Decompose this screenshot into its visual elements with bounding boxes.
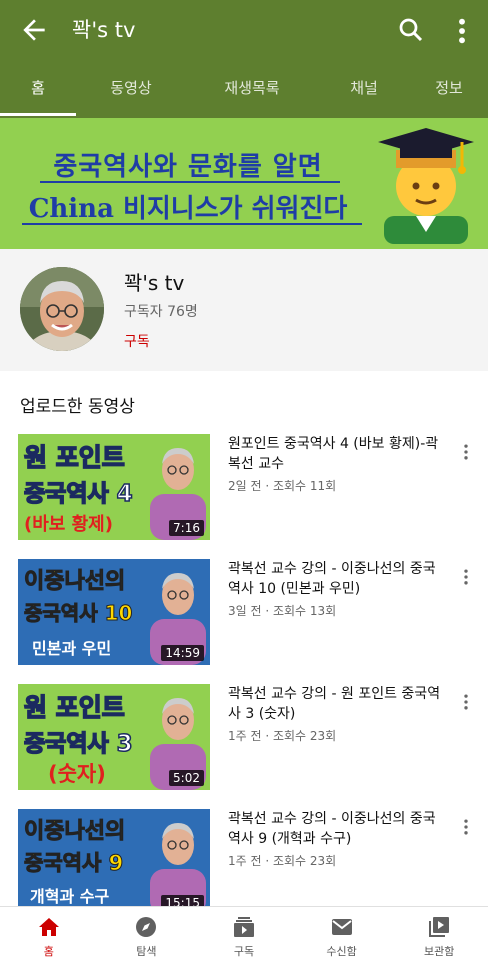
thumbnail-text: (바보 황제) bbox=[24, 514, 113, 535]
channel-name: 꽉's tv bbox=[124, 271, 185, 295]
app-bar: 꽉's tv 홈 동영상 재생목록 채널 정보 bbox=[0, 0, 488, 118]
thumbnail-text: (숫자) bbox=[48, 762, 106, 786]
mail-icon bbox=[331, 919, 352, 935]
video-list-item[interactable]: 원 포인트 중국역사 4 (바보 황제) 7:16 원포인트 중국역사 4 (바… bbox=[0, 434, 488, 544]
video-duration: 7:16 bbox=[169, 520, 204, 536]
video-thumbnail[interactable]: 원 포인트 중국역사 3 (숫자) 5:02 bbox=[18, 684, 210, 790]
thumbnail-text: 중국역사 10 bbox=[23, 601, 133, 626]
video-duration: 5:02 bbox=[169, 770, 204, 786]
nav-explore[interactable]: 탐색 bbox=[98, 907, 196, 960]
video-more-icon[interactable] bbox=[460, 817, 472, 837]
video-title[interactable]: 곽복선 교수 강의 - 이중나선의 중국역사 10 (민본과 우민) bbox=[228, 559, 442, 599]
video-more-icon[interactable] bbox=[460, 442, 472, 462]
compass-icon bbox=[136, 917, 157, 937]
channel-info: 꽉's tv 구독자 76명 구독 bbox=[0, 249, 488, 371]
channel-banner: 중국역사와 문화를 알면 China 비지니스가 쉬워진다 bbox=[0, 118, 488, 249]
bottom-navigation: 홈 탐색 구독 수신함 보관함 bbox=[0, 906, 488, 960]
video-duration: 14:59 bbox=[161, 645, 204, 661]
avatar-portrait-icon bbox=[20, 267, 104, 351]
nav-label: 탐색 bbox=[136, 945, 157, 958]
video-title[interactable]: 원포인트 중국역사 4 (바보 황제)-곽복선 교수 bbox=[228, 434, 442, 474]
search-icon[interactable] bbox=[396, 15, 426, 45]
video-thumbnail[interactable]: 원 포인트 중국역사 4 (바보 황제) 7:16 bbox=[18, 434, 210, 540]
subscriptions-icon bbox=[233, 917, 254, 937]
video-title[interactable]: 곽복선 교수 강의 - 이중나선의 중국역사 9 (개혁과 수구) bbox=[228, 809, 442, 849]
thumbnail-text: 원 포인트 bbox=[23, 442, 125, 473]
video-meta: 2일 전 · 조회수 11회 bbox=[228, 479, 337, 493]
video-more-icon[interactable] bbox=[460, 567, 472, 587]
subscriber-count: 구독자 76명 bbox=[124, 304, 198, 320]
nav-library[interactable]: 보관함 bbox=[390, 907, 488, 960]
library-icon bbox=[429, 917, 450, 937]
thumbnail-text: 중국역사 9 bbox=[23, 851, 124, 876]
thumbnail-text: 중국역사 4 bbox=[23, 480, 133, 508]
thumbnail-text: 이중나선의 bbox=[23, 569, 126, 595]
video-title[interactable]: 곽복선 교수 강의 - 원 포인트 중국역사 3 (숫자) bbox=[228, 684, 442, 724]
lecturer-photo-icon bbox=[150, 823, 206, 906]
avatar[interactable] bbox=[20, 267, 104, 351]
video-meta: 3일 전 · 조회수 13회 bbox=[228, 604, 337, 618]
thumbnail-text: 민본과 우민 bbox=[32, 639, 112, 658]
tab-about[interactable]: 정보 bbox=[410, 64, 488, 116]
video-thumbnail[interactable]: 이중나선의 중국역사 9 개혁과 수구 15:15 bbox=[18, 809, 210, 906]
channel-tabs: 홈 동영상 재생목록 채널 정보 bbox=[0, 64, 488, 116]
nav-label: 수신함 bbox=[326, 945, 357, 958]
banner-underline bbox=[40, 181, 340, 183]
thumbnail-text: 개혁과 수구 bbox=[30, 887, 110, 906]
tab-videos[interactable]: 동영상 bbox=[76, 64, 186, 116]
nav-home[interactable]: 홈 bbox=[0, 907, 98, 960]
home-icon bbox=[38, 918, 59, 936]
video-thumbnail[interactable]: 이중나선의 중국역사 10 민본과 우민 14:59 bbox=[18, 559, 210, 665]
video-list-item[interactable]: 이중나선의 중국역사 10 민본과 우민 14:59 곽복선 교수 강의 - 이… bbox=[0, 559, 488, 669]
banner-line-1: 중국역사와 문화를 알면 bbox=[53, 152, 323, 182]
video-duration: 15:15 bbox=[161, 895, 204, 906]
nav-label: 구독 bbox=[233, 945, 255, 958]
video-list-item[interactable]: 이중나선의 중국역사 9 개혁과 수구 15:15 곽복선 교수 강의 - 이중… bbox=[0, 809, 488, 906]
tab-home[interactable]: 홈 bbox=[0, 64, 76, 116]
subscribe-button[interactable]: 구독 bbox=[124, 331, 150, 351]
thumbnail-text: 중국역사 3 bbox=[23, 730, 133, 758]
banner-line-2: China 비지니스가 쉬워진다 bbox=[28, 194, 348, 224]
video-meta: 1주 전 · 조회수 23회 bbox=[228, 729, 337, 743]
banner-underline bbox=[22, 223, 362, 225]
back-arrow-icon[interactable] bbox=[18, 14, 50, 46]
nav-subscriptions[interactable]: 구독 bbox=[195, 907, 293, 960]
thumbnail-text: 원 포인트 bbox=[23, 692, 125, 723]
video-more-icon[interactable] bbox=[460, 692, 472, 712]
video-list-item[interactable]: 원 포인트 중국역사 3 (숫자) 5:02 곽복선 교수 강의 - 원 포인트… bbox=[0, 684, 488, 794]
video-meta: 1주 전 · 조회수 23회 bbox=[228, 854, 337, 868]
graduate-emoji-icon bbox=[378, 128, 474, 244]
nav-label: 홈 bbox=[43, 945, 54, 958]
nav-label: 보관함 bbox=[423, 945, 455, 958]
tab-playlists[interactable]: 재생목록 bbox=[186, 64, 318, 116]
more-options-icon[interactable] bbox=[452, 15, 472, 47]
channel-title: 꽉's tv bbox=[72, 18, 136, 42]
nav-inbox[interactable]: 수신함 bbox=[293, 907, 391, 960]
section-title: 업로드한 동영상 bbox=[20, 397, 135, 417]
tab-channels[interactable]: 채널 bbox=[318, 64, 410, 116]
thumbnail-text: 이중나선의 bbox=[23, 819, 126, 845]
